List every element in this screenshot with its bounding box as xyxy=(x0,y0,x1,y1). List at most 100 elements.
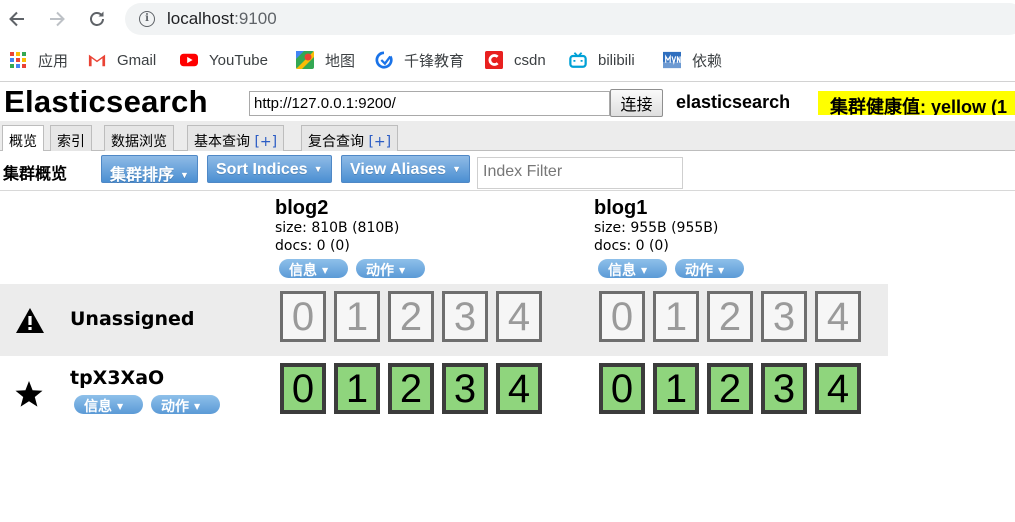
tab-browser[interactable]: 数据浏览 xyxy=(104,125,174,151)
bookmark-bilibili[interactable]: bilibili xyxy=(569,48,635,72)
chevron-down-icon: ▼ xyxy=(452,164,461,174)
tab-basic-query[interactable]: 基本查询 [+] xyxy=(187,125,285,151)
reload-icon[interactable] xyxy=(84,6,110,32)
cluster-url-input[interactable]: http://127.0.0.1:9200/ xyxy=(249,91,610,116)
bookmark-gmail[interactable]: Gmail xyxy=(88,48,156,72)
info-icon[interactable]: i xyxy=(139,11,155,27)
mvn-icon xyxy=(663,51,681,69)
tab-overview[interactable]: 概览 xyxy=(2,125,44,152)
tab-compound-query[interactable]: 复合查询 [+] xyxy=(301,125,399,151)
index-info-button[interactable]: 信息 ▼ xyxy=(279,259,348,278)
bookmark-label: 应用 xyxy=(38,52,69,70)
bookmark-qianfeng[interactable]: 千锋教育 xyxy=(375,48,464,72)
unassigned-row: Unassigned 0 1 2 3 4 0 1 2 3 4 xyxy=(0,284,888,356)
index-info-button[interactable]: 信息 ▼ xyxy=(598,259,667,278)
view-aliases-button[interactable]: View Aliases ▼ xyxy=(341,155,470,183)
index-docs: docs: 0 (0) xyxy=(275,238,350,254)
youtube-icon xyxy=(180,51,198,69)
bookmark-label: bilibili xyxy=(598,51,635,69)
sort-cluster-button[interactable]: 集群排序 ▼ xyxy=(101,155,198,184)
button-label: 动作 xyxy=(366,263,394,278)
forward-arrow-icon[interactable] xyxy=(44,6,70,32)
bookmark-youtube[interactable]: YouTube xyxy=(180,48,268,72)
index-name: blog1 xyxy=(594,197,648,219)
tab-indices[interactable]: 索引 xyxy=(50,125,92,151)
shard-blog2-0[interactable]: 0 xyxy=(280,363,326,414)
button-label: 集群排序 xyxy=(110,167,175,184)
chevron-down-icon: ▼ xyxy=(180,170,189,180)
tab-label: 索引 xyxy=(57,134,85,150)
shard-blog1-4[interactable]: 4 xyxy=(815,363,861,414)
index-action-button[interactable]: 动作 ▼ xyxy=(675,259,744,278)
node-action-button[interactable]: 动作 ▼ xyxy=(151,395,220,414)
connect-button[interactable]: 连接 xyxy=(610,89,663,117)
index-size: size: 810B (810B) xyxy=(275,220,400,236)
back-arrow-icon[interactable] xyxy=(4,6,30,32)
bookmark-label: 地图 xyxy=(325,52,356,70)
shard-blog2-2[interactable]: 2 xyxy=(388,291,434,342)
warning-icon xyxy=(15,306,45,336)
bookmark-label: YouTube xyxy=(209,51,268,69)
shard-blog2-1[interactable]: 1 xyxy=(334,363,380,414)
chevron-down-icon: ▼ xyxy=(718,266,725,275)
bookmark-label: csdn xyxy=(514,51,546,69)
bookmark-apps[interactable]: 应用 xyxy=(9,48,68,72)
shard-blog1-4[interactable]: 4 xyxy=(815,291,861,342)
shard-blog1-0[interactable]: 0 xyxy=(599,363,645,414)
shard-blog2-4[interactable]: 4 xyxy=(496,363,542,414)
bilibili-icon xyxy=(569,51,587,69)
maps-icon xyxy=(296,51,314,69)
tab-plus: [+] xyxy=(368,134,392,150)
tab-plus: [+] xyxy=(254,134,278,150)
unassigned-label: Unassigned xyxy=(70,308,195,330)
tab-label: 基本查询 xyxy=(194,134,250,150)
overview-toolbar: 集群概览 集群排序 ▼ Sort Indices ▼ View Aliases ▼ I… xyxy=(0,151,1015,191)
sort-indices-button[interactable]: Sort Indices ▼ xyxy=(207,155,332,183)
app-title: Elasticsearch xyxy=(4,84,208,119)
bookmark-csdn[interactable]: csdn xyxy=(485,48,546,72)
shard-blog2-3[interactable]: 3 xyxy=(442,291,488,342)
shard-blog2-4[interactable]: 4 xyxy=(496,291,542,342)
index-name: blog2 xyxy=(275,197,329,219)
shard-blog1-0[interactable]: 0 xyxy=(599,291,645,342)
index-action-button[interactable]: 动作 ▼ xyxy=(356,259,425,278)
shard-blog2-1[interactable]: 1 xyxy=(334,291,380,342)
shard-blog1-1[interactable]: 1 xyxy=(653,363,699,414)
node-info-button[interactable]: 信息 ▼ xyxy=(74,395,143,414)
shard-blog2-0[interactable]: 0 xyxy=(280,291,326,342)
address-text: localhost:9100 xyxy=(167,9,277,28)
chevron-down-icon: ▼ xyxy=(194,402,201,411)
shard-blog1-3[interactable]: 3 xyxy=(761,363,807,414)
qianfeng-icon xyxy=(375,51,393,69)
chevron-down-icon: ▼ xyxy=(641,266,648,275)
bookmark-mvn[interactable]: 依赖 xyxy=(663,48,722,72)
index-filter-input[interactable]: Index Filter xyxy=(477,157,683,189)
shard-blog1-2[interactable]: 2 xyxy=(707,291,753,342)
node-name: tpX3XaO xyxy=(70,367,165,389)
index-docs: docs: 0 (0) xyxy=(594,238,669,254)
index-header-blog1: blog1 size: 955B (955B) docs: 0 (0) xyxy=(594,197,718,255)
cluster-health-badge: 集群健康值: yellow (1 xyxy=(818,91,1015,115)
csdn-icon xyxy=(485,51,503,69)
shard-blog1-3[interactable]: 3 xyxy=(761,291,807,342)
apps-grid-icon xyxy=(9,51,27,69)
bookmark-label: 千锋教育 xyxy=(404,52,465,70)
browser-toolbar: i localhost:9100 xyxy=(0,0,1015,38)
shard-blog2-3[interactable]: 3 xyxy=(442,363,488,414)
shard-blog1-1[interactable]: 1 xyxy=(653,291,699,342)
chevron-down-icon: ▼ xyxy=(399,266,406,275)
star-icon xyxy=(14,379,44,409)
bookmark-maps[interactable]: 地图 xyxy=(296,48,355,72)
tab-label: 复合查询 xyxy=(308,134,364,150)
tab-bar: 概览 索引 数据浏览 基本查询 [+] 复合查询 [+] xyxy=(0,121,1015,152)
button-label: 信息 xyxy=(289,263,317,278)
shard-blog1-2[interactable]: 2 xyxy=(707,363,753,414)
shard-blog2-2[interactable]: 2 xyxy=(388,363,434,414)
bookmark-label: Gmail xyxy=(117,51,157,69)
button-label: 信息 xyxy=(608,263,636,278)
index-header-blog2: blog2 size: 810B (810B) docs: 0 (0) xyxy=(275,197,399,255)
address-bar[interactable]: i localhost:9100 xyxy=(125,3,1015,35)
gmail-icon xyxy=(88,51,106,69)
button-label: View Aliases xyxy=(350,161,447,178)
bookmarks-bar: 应用 Gmail YouTube 地图 千锋教育 csdn bilibili 依… xyxy=(0,44,1015,76)
